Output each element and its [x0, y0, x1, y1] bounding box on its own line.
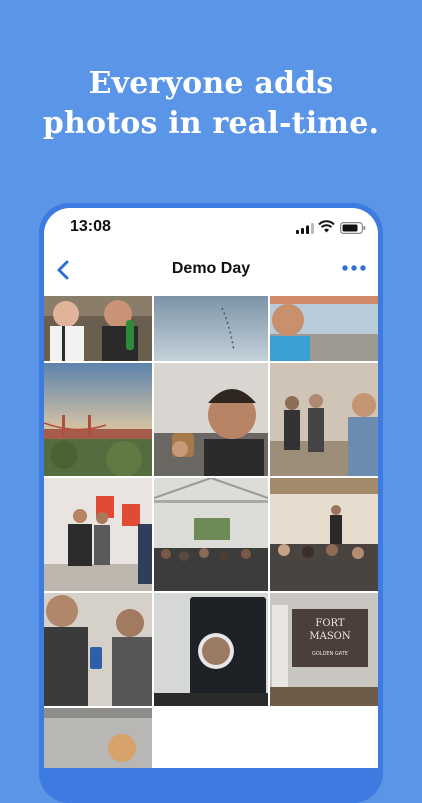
photo-selfie-drink[interactable] [154, 363, 268, 476]
sign-text-golden-gate: GOLDEN GATE [312, 651, 348, 657]
status-time: 13:08 [70, 218, 111, 235]
page-title: Demo Day [171, 260, 251, 277]
sign-text-fort: FORT [315, 618, 344, 629]
photo-crowd-selfie[interactable] [270, 363, 378, 476]
photo-golden-gate-sunset[interactable] [44, 363, 152, 476]
photo-selfie-bay[interactable] [270, 296, 378, 361]
battery-icon [340, 222, 366, 234]
photo-men-phone[interactable] [44, 593, 152, 706]
photo-two-men-booth[interactable] [44, 478, 152, 591]
ellipsis-icon[interactable] [340, 258, 368, 278]
photo-fort-mason-sign[interactable]: FORT MASON GOLDEN GATE [270, 593, 378, 706]
headline: Everyone adds photos in real-time. [0, 64, 422, 144]
photo-laptop-video-call[interactable] [154, 593, 268, 706]
headline-line-1: Everyone adds [88, 66, 334, 101]
phone-screen: 13:08 Demo Day FORT MASON GOLDEN GATE [44, 208, 378, 768]
photo-people-beer[interactable] [44, 296, 152, 361]
photo-stage-audience[interactable] [270, 478, 378, 591]
wifi-icon [318, 220, 335, 233]
cellular-signal-icon [296, 223, 314, 234]
headline-line-2: photos in real-time. [42, 106, 380, 141]
sign-text-mason: MASON [309, 631, 351, 642]
navigation-bar: Demo Day [44, 252, 378, 292]
photo-warehouse-ceiling[interactable] [44, 708, 152, 768]
status-bar: 13:08 [44, 208, 378, 248]
photo-sky-birds[interactable] [154, 296, 268, 361]
photo-hall-audience[interactable] [154, 478, 268, 591]
